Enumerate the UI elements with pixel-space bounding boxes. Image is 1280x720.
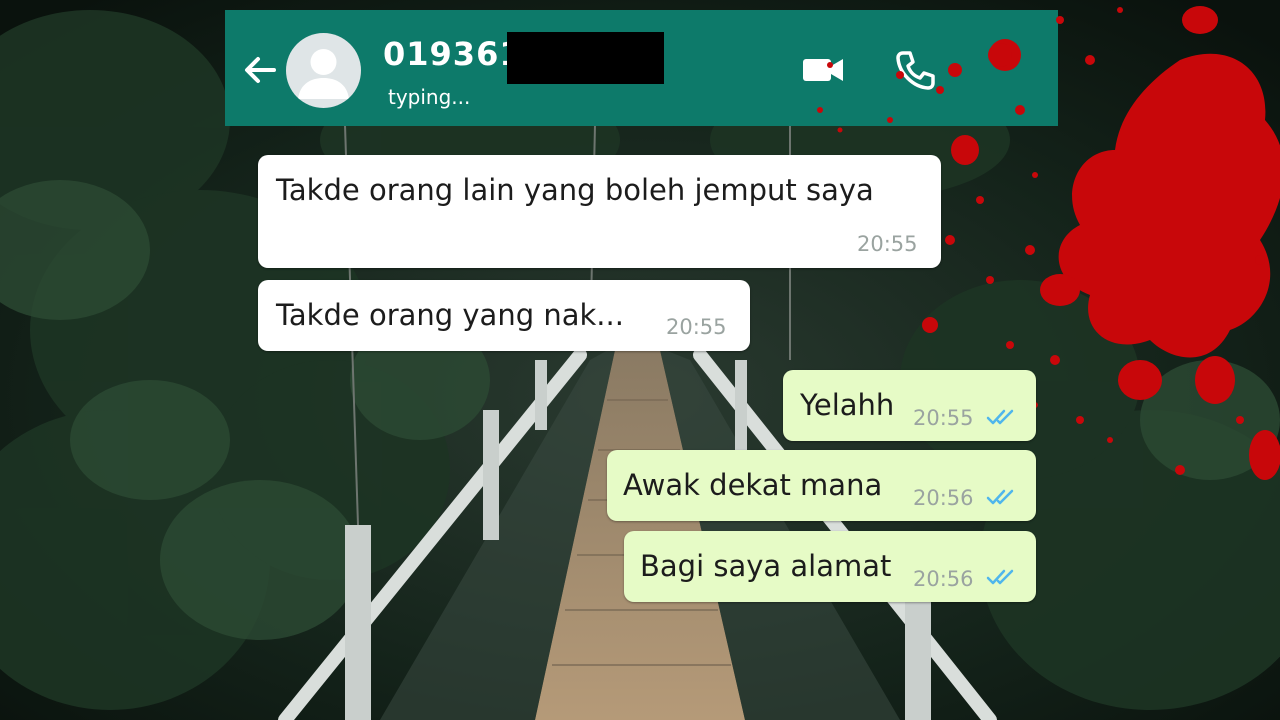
message-time: 20:56 (913, 486, 974, 510)
message-time: 20:55 (857, 232, 918, 256)
message-text: Yelahh (800, 388, 895, 422)
message-text: Takde orang yang nak... (276, 298, 624, 332)
message-text: Bagi saya alamat (640, 549, 892, 583)
double-check-icon (986, 409, 1014, 425)
double-check-icon (986, 489, 1014, 505)
default-avatar-icon (298, 49, 349, 99)
contact-avatar[interactable] (286, 33, 361, 108)
message-time: 20:55 (666, 315, 727, 339)
chat-screenshot: 019361 typing... Takde orang lain yang b… (0, 0, 1280, 720)
message-time: 20:56 (913, 567, 974, 591)
typing-status: typing... (388, 85, 471, 109)
double-check-icon (986, 569, 1014, 585)
contact-name[interactable]: 019361 (383, 34, 523, 74)
redaction-box (507, 32, 664, 84)
video-camera-icon[interactable] (800, 50, 846, 88)
message-time: 20:55 (913, 406, 974, 430)
message-text: Awak dekat mana (623, 468, 883, 502)
arrow-left-icon[interactable] (240, 50, 280, 90)
phone-icon[interactable] (893, 48, 937, 92)
message-text: Takde orang lain yang boleh jemput saya (276, 173, 874, 207)
